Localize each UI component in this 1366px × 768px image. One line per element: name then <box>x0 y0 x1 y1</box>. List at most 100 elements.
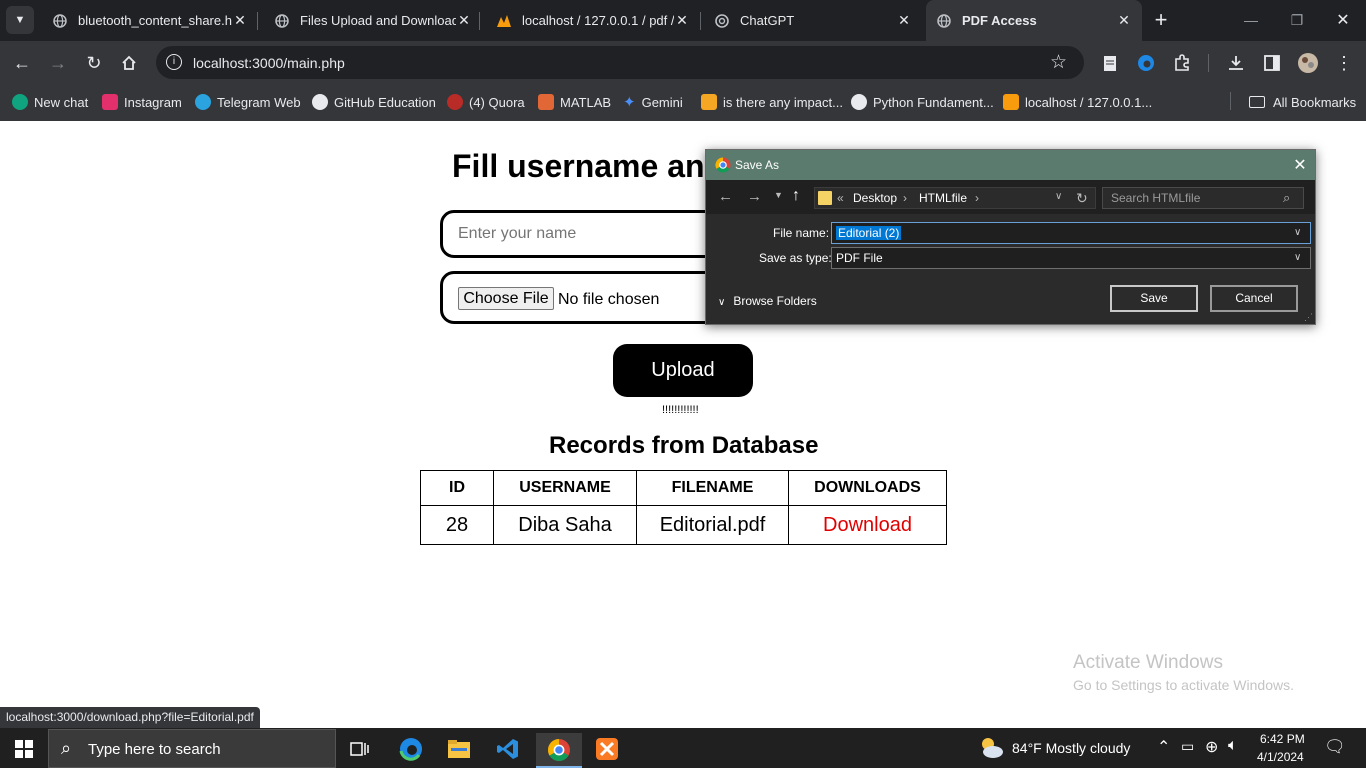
side-panel-icon[interactable] <box>1258 49 1286 77</box>
globe-icon <box>936 13 952 29</box>
save-type-select[interactable]: PDF File ∨ <box>831 247 1311 269</box>
minimize-icon[interactable]: — <box>1237 6 1265 34</box>
star-icon[interactable]: ☆ <box>1050 51 1067 74</box>
name-field[interactable] <box>440 210 740 258</box>
tab-title: localhost / 127.0.0.1 / pdf / g <box>522 13 674 28</box>
cancel-button[interactable]: Cancel <box>1210 285 1298 312</box>
tab-search-chevron-icon[interactable]: ▼ <box>6 6 34 34</box>
windows-start-icon[interactable] <box>15 740 33 758</box>
bookmark-telegram[interactable]: Telegram Web <box>195 92 301 112</box>
tab-pdf-access[interactable]: PDF Access ✕ <box>926 0 1142 41</box>
battery-icon[interactable]: ▭ <box>1181 738 1194 755</box>
close-icon[interactable]: ✕ <box>1116 12 1132 29</box>
restore-icon[interactable]: ❐ <box>1283 6 1311 34</box>
browse-folders-toggle[interactable]: ∨ Browse Folders <box>718 294 817 308</box>
dialog-forward-icon[interactable]: → <box>747 188 762 205</box>
bookmark-label: (4) Quora <box>469 94 525 110</box>
task-view-icon[interactable] <box>340 733 380 765</box>
bookmark-python[interactable]: Python Fundament... <box>851 92 994 112</box>
tab-title: PDF Access <box>962 13 1037 28</box>
tab-title: ChatGPT <box>740 13 795 28</box>
resize-grip-icon[interactable]: ⋰ <box>1304 312 1313 323</box>
url-text: localhost:3000/main.php <box>193 55 345 71</box>
chatgpt-icon <box>714 13 730 29</box>
bookmark-quora[interactable]: (4) Quora <box>447 92 525 112</box>
chevron-down-icon[interactable]: ∨ <box>1294 248 1301 268</box>
close-icon[interactable]: ✕ <box>896 12 912 29</box>
menu-icon[interactable]: ⋮ <box>1330 49 1358 77</box>
close-icon[interactable]: ✕ <box>456 12 472 29</box>
address-bar[interactable]: i localhost:3000/main.php ☆ <box>156 46 1084 79</box>
download-icon[interactable] <box>1222 49 1250 77</box>
bookmark-impact[interactable]: is there any impact... <box>701 92 843 112</box>
download-link[interactable]: Download <box>788 505 947 545</box>
path-htmlfile[interactable]: HTMLfile <box>919 191 967 205</box>
weather-text[interactable]: 84°F Mostly cloudy <box>1012 740 1130 756</box>
file-name-input[interactable]: Editorial (2) ∨ <box>831 222 1311 244</box>
tab-phpmyadmin[interactable]: localhost / 127.0.0.1 / pdf / g ✕ <box>490 0 696 41</box>
path-separator: › <box>903 191 907 205</box>
back-icon[interactable]: ← <box>8 49 36 77</box>
path-desktop[interactable]: Desktop <box>853 191 897 205</box>
volume-icon[interactable]: 🔈︎ <box>1228 737 1238 755</box>
show-hidden-icons-icon[interactable]: ⌃ <box>1157 737 1170 757</box>
bookmark-localhost[interactable]: localhost / 127.0.0.1... <box>1003 92 1152 112</box>
dialog-up-icon[interactable]: ↑ <box>792 187 800 205</box>
tab-title: Files Upload and Download <box>300 13 456 28</box>
quora-icon <box>447 94 463 110</box>
new-tab-icon[interactable]: + <box>1147 6 1175 34</box>
profile-avatar[interactable] <box>1294 49 1322 77</box>
column-header-id: ID <box>420 470 494 506</box>
path-dropdown-icon[interactable]: ∨ <box>1055 191 1062 202</box>
site-info-icon[interactable]: i <box>166 54 182 70</box>
weather-icon[interactable] <box>978 735 1004 761</box>
close-icon[interactable]: ✕ <box>232 12 248 29</box>
extensions-icon[interactable] <box>1168 49 1196 77</box>
upload-button[interactable]: Upload <box>613 344 753 397</box>
dialog-close-icon[interactable]: ✕ <box>1292 155 1308 175</box>
phpmyadmin-icon <box>1003 94 1019 110</box>
taskbar-search[interactable]: ⌕ Type here to search <box>48 729 336 768</box>
home-icon[interactable] <box>115 49 143 77</box>
dialog-back-icon[interactable]: ← <box>718 188 733 205</box>
reload-icon[interactable]: ↻ <box>80 49 108 77</box>
table-row: 28 Diba Saha Editorial.pdf Download <box>420 505 947 545</box>
status-message: !!!!!!!!!!!! <box>662 404 699 416</box>
vscode-icon[interactable] <box>488 733 528 765</box>
dialog-recent-icon[interactable]: ▼ <box>774 190 783 200</box>
forward-icon[interactable]: → <box>44 49 72 77</box>
bookmark-gemini[interactable]: ✦ Gemini <box>623 92 683 112</box>
tab-chatgpt[interactable]: ChatGPT ✕ <box>708 0 918 41</box>
google-icon <box>851 94 867 110</box>
all-bookmarks[interactable]: All Bookmarks <box>1249 92 1356 112</box>
bookmark-new-chat[interactable]: New chat <box>12 92 88 112</box>
edge-icon[interactable] <box>391 733 431 765</box>
path-refresh-icon[interactable]: ↻ <box>1076 190 1088 207</box>
bookmark-label: New chat <box>34 94 89 110</box>
clock-time[interactable]: 6:42 PM <box>1260 732 1305 746</box>
bookmark-github[interactable]: GitHub Education <box>312 92 436 112</box>
edge-extension-icon[interactable] <box>1132 49 1160 77</box>
choose-file-button[interactable]: Choose File <box>458 287 554 310</box>
chrome-icon[interactable] <box>536 733 582 768</box>
tab-bluetooth[interactable]: bluetooth_content_share.ht ✕ <box>46 0 254 41</box>
file-explorer-icon[interactable] <box>439 733 479 765</box>
bookmark-matlab[interactable]: MATLAB <box>538 92 611 112</box>
dialog-search-box[interactable]: Search HTMLfile ⌕ <box>1102 187 1304 209</box>
network-icon[interactable]: ⊕ <box>1205 737 1218 757</box>
save-button[interactable]: Save <box>1110 285 1198 312</box>
bookmark-label: Gemini <box>641 94 683 110</box>
window-close-icon[interactable]: ✕ <box>1329 6 1357 34</box>
bookmark-label: GitHub Education <box>334 94 436 110</box>
xampp-icon[interactable] <box>587 733 627 765</box>
dialog-path-bar[interactable]: « Desktop › HTMLfile › ∨ ↻ <box>814 187 1096 209</box>
close-icon[interactable]: ✕ <box>674 12 690 29</box>
name-input[interactable] <box>458 225 718 243</box>
chevron-down-icon[interactable]: ∨ <box>1294 223 1301 243</box>
status-bar-url: localhost:3000/download.php?file=Editori… <box>0 707 260 728</box>
tab-files-upload[interactable]: Files Upload and Download ✕ <box>268 0 478 41</box>
bookmark-instagram[interactable]: Instagram <box>102 92 182 112</box>
notifications-icon[interactable]: 🗨︎ <box>1324 737 1346 757</box>
clock-date[interactable]: 4/1/2024 <box>1257 750 1304 764</box>
reader-mode-icon[interactable] <box>1096 49 1124 77</box>
